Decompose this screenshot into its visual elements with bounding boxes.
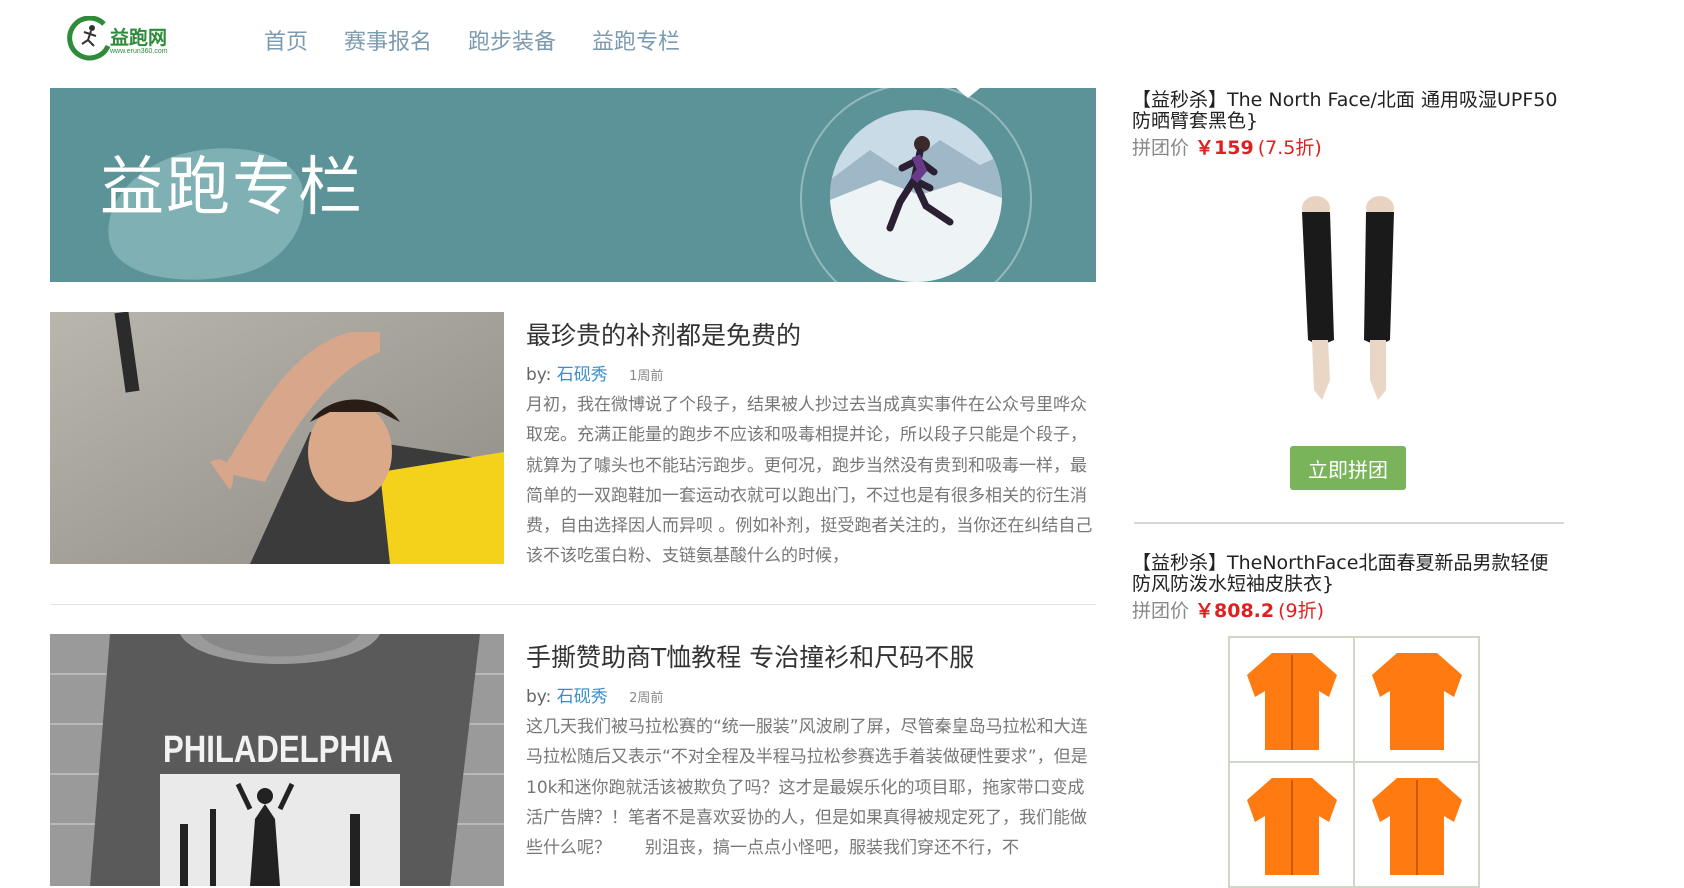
article-excerpt: 月初，我在微博说了个段子，结果被人抄过去当成真实事件在公众号里哗众取宠。充满正能… bbox=[526, 395, 1093, 567]
product-title[interactable]: 【益秒杀】The North Face/北面 通用吸湿UPF50防晒臂套黑色} bbox=[1132, 90, 1562, 132]
nav-item-running-gear[interactable]: 跑步装备 bbox=[468, 24, 556, 56]
article-card: PHILADELPHIA 手撕赞助商T恤教程 专治撞衫和尺码不服 by: 石砚秀… bbox=[50, 634, 1096, 886]
product-discount: (9折) bbox=[1278, 600, 1325, 622]
arm-sleeve-image[interactable] bbox=[1290, 190, 1410, 420]
product-card: 【益秒杀】TheNorthFace北面春夏新品男款轻便防风防泼水短袖皮肤衣} 拼… bbox=[1132, 553, 1562, 623]
brand-url: www.erun360.com bbox=[110, 48, 168, 55]
runner-logo-icon bbox=[67, 15, 111, 61]
jacket-back-image bbox=[1355, 638, 1478, 761]
article-author[interactable]: 石砚秀 bbox=[557, 687, 608, 707]
article-thumbnail[interactable]: PHILADELPHIA bbox=[50, 634, 504, 886]
article-title[interactable]: 手撕赞助商T恤教程 专治撞衫和尺码不服 bbox=[526, 638, 974, 674]
article-time: 2周前 bbox=[629, 691, 664, 706]
price-label: 拼团价 bbox=[1132, 137, 1190, 159]
article-title[interactable]: 最珍贵的补剂都是免费的 bbox=[526, 316, 801, 352]
article-meta: by: 石砚秀 1周前 bbox=[526, 360, 663, 385]
article-meta: by: 石砚秀 2周前 bbox=[526, 682, 663, 707]
article-divider bbox=[50, 604, 1096, 605]
jacket-side-image bbox=[1230, 763, 1353, 886]
article-excerpt: 这几天我们被马拉松赛的“统一服装”风波刷了屏，尽管秦皇岛马拉松和大连马拉松随后又… bbox=[526, 717, 1088, 859]
nav-item-race-signup[interactable]: 赛事报名 bbox=[344, 24, 432, 56]
sidebar-divider bbox=[1134, 522, 1564, 524]
banner-title: 益跑专栏 bbox=[100, 151, 364, 225]
by-label: by: bbox=[526, 365, 552, 385]
article-thumbnail[interactable] bbox=[50, 312, 504, 564]
column-banner: 益跑专栏 bbox=[50, 88, 1096, 282]
nav-item-column[interactable]: 益跑专栏 bbox=[592, 24, 680, 56]
product-price-line: 拼团价 ￥808.2 (9折) bbox=[1132, 596, 1562, 623]
product-price: ￥159 bbox=[1195, 137, 1254, 159]
nav-item-home[interactable]: 首页 bbox=[264, 24, 308, 56]
article-card: 最珍贵的补剂都是免费的 by: 石砚秀 1周前 月初，我在微博说了个段子，结果被… bbox=[50, 312, 1096, 566]
product-discount: (7.5折) bbox=[1257, 137, 1322, 159]
article-author[interactable]: 石砚秀 bbox=[557, 365, 608, 385]
runner-photo bbox=[830, 110, 1002, 282]
price-label: 拼团价 bbox=[1132, 600, 1190, 622]
by-label: by: bbox=[526, 687, 552, 707]
shirt-print-text: PHILADELPHIA bbox=[163, 729, 393, 771]
product-price: ￥808.2 bbox=[1195, 600, 1275, 622]
brand-name: 益跑网 bbox=[110, 27, 168, 49]
jacket-front-image bbox=[1230, 638, 1353, 761]
article-time: 1周前 bbox=[629, 369, 664, 384]
group-buy-button[interactable]: 立即拼团 bbox=[1290, 446, 1406, 490]
product-price-line: 拼团价 ￥159 (7.5折) bbox=[1132, 133, 1562, 160]
product-title[interactable]: 【益秒杀】TheNorthFace北面春夏新品男款轻便防风防泼水短袖皮肤衣} bbox=[1132, 553, 1562, 595]
main-nav: 首页 赛事报名 跑步装备 益跑专栏 bbox=[264, 24, 716, 56]
jacket-image-grid[interactable] bbox=[1228, 636, 1480, 888]
jacket-detail-image bbox=[1355, 763, 1478, 886]
product-card: 【益秒杀】The North Face/北面 通用吸湿UPF50防晒臂套黑色} … bbox=[1132, 90, 1562, 160]
